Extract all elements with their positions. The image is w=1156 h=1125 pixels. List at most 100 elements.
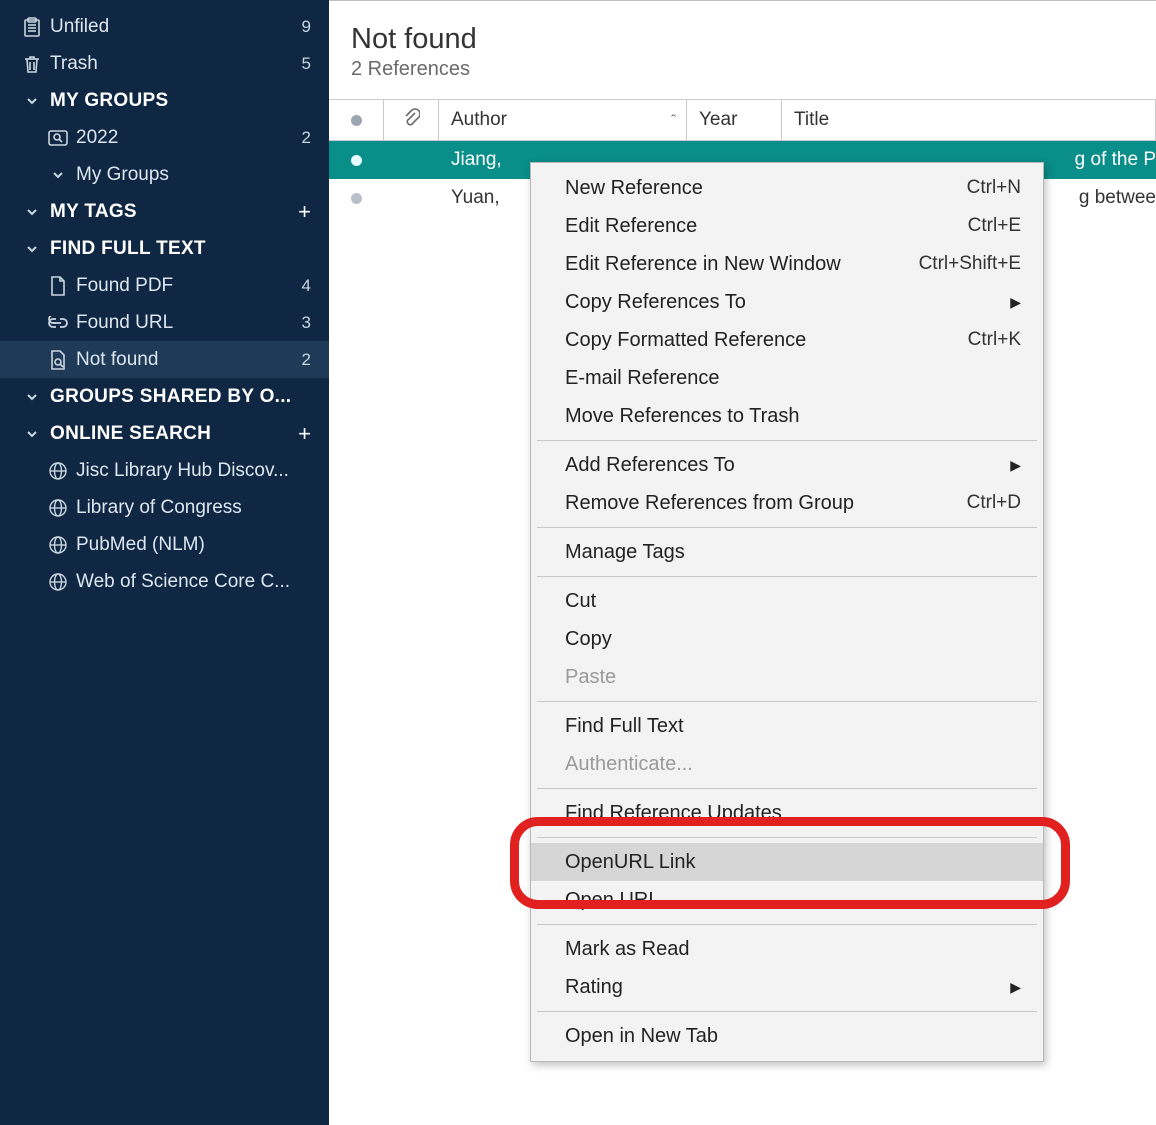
submenu-arrow-icon: ▶ (1010, 294, 1021, 311)
sidebar-item-my-groups-sub[interactable]: My Groups (0, 156, 329, 193)
chevron-down-icon (18, 94, 46, 108)
sidebar-item-unfiled[interactable]: Unfiled 9 (0, 8, 329, 45)
sidebar-item-wos[interactable]: Web of Science Core C... (0, 563, 329, 600)
menu-item-rating[interactable]: Rating▶ (531, 968, 1043, 1006)
sidebar-group-label: MY TAGS (46, 201, 287, 223)
sidebar-item-label: Found PDF (72, 275, 287, 297)
column-label: Year (699, 109, 737, 131)
sidebar-item-pubmed[interactable]: PubMed (NLM) (0, 526, 329, 563)
menu-item-remove-from-group[interactable]: Remove References from GroupCtrl+D (531, 484, 1043, 522)
globe-icon (44, 536, 72, 554)
sidebar-item-label: Web of Science Core C... (72, 571, 311, 593)
menu-item-manage-tags[interactable]: Manage Tags (531, 533, 1043, 571)
column-header-status[interactable] (329, 100, 384, 140)
sidebar-item-loc[interactable]: Library of Congress (0, 489, 329, 526)
sidebar-item-label: Trash (46, 53, 287, 75)
menu-item-add-references-to[interactable]: Add References To▶ (531, 446, 1043, 484)
column-headers: Author ˆ Year Title (329, 100, 1156, 141)
menu-item-openurl-link[interactable]: OpenURL Link (531, 843, 1043, 881)
clipboard-icon (18, 17, 46, 37)
reference-count-label: 2 References (351, 58, 1156, 81)
column-header-attachment[interactable] (384, 100, 439, 140)
main-header: Not found 2 References (329, 1, 1156, 100)
menu-item-open-new-tab[interactable]: Open in New Tab (531, 1017, 1043, 1055)
sidebar-group-label: FIND FULL TEXT (46, 238, 311, 260)
sidebar-item-label: 2022 (72, 127, 287, 149)
chevron-down-icon (18, 242, 46, 256)
page-title: Not found (351, 23, 1156, 56)
unread-dot-icon (351, 155, 362, 166)
menu-separator (537, 788, 1037, 789)
context-menu: New ReferenceCtrl+N Edit ReferenceCtrl+E… (530, 162, 1044, 1062)
sidebar-item-label: My Groups (72, 164, 311, 186)
menu-item-mark-as-read[interactable]: Mark as Read (531, 930, 1043, 968)
menu-item-authenticate: Authenticate... (531, 745, 1043, 783)
menu-item-find-updates[interactable]: Find Reference Updates (531, 794, 1043, 832)
sidebar-item-count: 5 (287, 54, 311, 74)
chevron-down-icon (18, 390, 46, 404)
menu-separator (537, 837, 1037, 838)
column-header-year[interactable]: Year (687, 100, 782, 140)
sidebar-group-online-search[interactable]: ONLINE SEARCH + (0, 415, 329, 452)
menu-item-edit-reference[interactable]: Edit ReferenceCtrl+E (531, 207, 1043, 245)
sidebar-group-label: ONLINE SEARCH (46, 423, 287, 445)
menu-item-copy-references-to[interactable]: Copy References To▶ (531, 283, 1043, 321)
menu-item-edit-new-window[interactable]: Edit Reference in New WindowCtrl+Shift+E (531, 245, 1043, 283)
sidebar-item-2022[interactable]: 2022 2 (0, 119, 329, 156)
menu-item-copy-formatted[interactable]: Copy Formatted ReferenceCtrl+K (531, 321, 1043, 359)
sidebar-item-label: Found URL (72, 312, 287, 334)
submenu-arrow-icon: ▶ (1010, 979, 1021, 996)
dot-icon (351, 115, 362, 126)
column-header-title[interactable]: Title (782, 100, 1156, 140)
add-online-search-button[interactable]: + (287, 421, 311, 447)
menu-item-copy[interactable]: Copy (531, 620, 1043, 658)
sidebar-item-trash[interactable]: Trash 5 (0, 45, 329, 82)
chevron-down-icon (18, 427, 46, 441)
sidebar-item-not-found[interactable]: Not found 2 (0, 341, 329, 378)
sort-asc-icon: ˆ (671, 112, 676, 129)
sidebar-item-jisc[interactable]: Jisc Library Hub Discov... (0, 452, 329, 489)
sidebar-group-label: GROUPS SHARED BY O... (46, 386, 311, 408)
column-label: Author (451, 109, 507, 131)
menu-separator (537, 576, 1037, 577)
sidebar-group-my-groups[interactable]: MY GROUPS (0, 82, 329, 119)
sidebar-group-shared[interactable]: GROUPS SHARED BY O... (0, 378, 329, 415)
sidebar-item-found-pdf[interactable]: Found PDF 4 (0, 267, 329, 304)
column-label: Title (794, 109, 829, 131)
trash-icon (18, 54, 46, 74)
menu-item-new-reference[interactable]: New ReferenceCtrl+N (531, 169, 1043, 207)
submenu-arrow-icon: ▶ (1010, 457, 1021, 474)
sidebar-item-found-url[interactable]: Found URL 3 (0, 304, 329, 341)
menu-item-paste: Paste (531, 658, 1043, 696)
chevron-down-icon (18, 205, 46, 219)
chevron-down-icon (44, 168, 72, 182)
sidebar-item-count: 4 (287, 276, 311, 296)
magnifier-page-icon (44, 129, 72, 147)
sidebar-item-count: 2 (287, 128, 311, 148)
sidebar-item-count: 9 (287, 17, 311, 37)
menu-separator (537, 924, 1037, 925)
sidebar-group-my-tags[interactable]: MY TAGS + (0, 193, 329, 230)
sidebar-item-label: Jisc Library Hub Discov... (72, 460, 311, 482)
add-tag-button[interactable]: + (287, 199, 311, 225)
column-header-author[interactable]: Author ˆ (439, 100, 687, 140)
unread-dot-icon (351, 193, 362, 204)
document-icon (44, 276, 72, 296)
menu-item-open-url[interactable]: Open URL (531, 881, 1043, 919)
sidebar: Unfiled 9 Trash 5 MY GROUPS 2022 2 (0, 0, 329, 1125)
sidebar-group-label: MY GROUPS (46, 90, 311, 112)
sidebar-group-find-full-text[interactable]: FIND FULL TEXT (0, 230, 329, 267)
menu-item-email-reference[interactable]: E-mail Reference (531, 359, 1043, 397)
menu-item-find-full-text[interactable]: Find Full Text (531, 707, 1043, 745)
globe-icon (44, 573, 72, 591)
menu-separator (537, 527, 1037, 528)
menu-item-move-to-trash[interactable]: Move References to Trash (531, 397, 1043, 435)
link-icon (44, 316, 72, 330)
sidebar-item-label: PubMed (NLM) (72, 534, 311, 556)
sidebar-item-label: Library of Congress (72, 497, 311, 519)
menu-item-cut[interactable]: Cut (531, 582, 1043, 620)
sidebar-item-label: Unfiled (46, 16, 287, 38)
sidebar-item-count: 2 (287, 350, 311, 370)
sidebar-item-count: 3 (287, 313, 311, 333)
globe-icon (44, 462, 72, 480)
